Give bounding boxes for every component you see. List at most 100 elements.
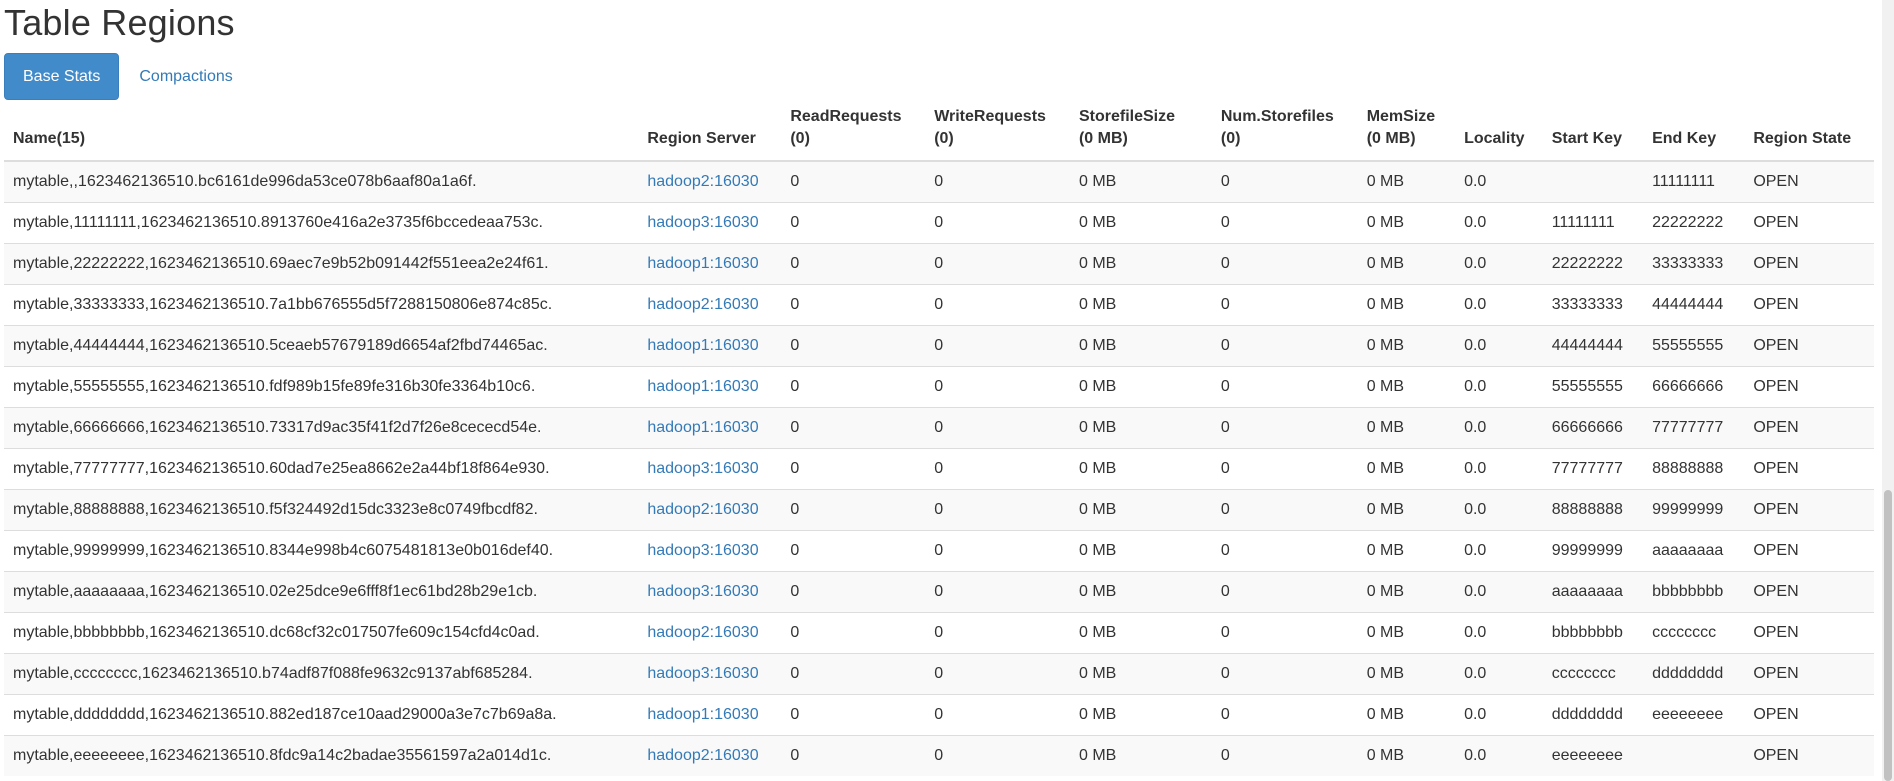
region-server-link[interactable]: hadoop3:16030	[647, 542, 758, 559]
header-name[interactable]: Name(15)	[4, 106, 639, 162]
header-locality[interactable]: Locality	[1455, 106, 1543, 162]
cell-region-name: mytable,66666666,1623462136510.73317d9ac…	[4, 407, 639, 449]
table-row: mytable,99999999,1623462136510.8344e998b…	[4, 530, 1874, 572]
cell-region-server: hadoop1:16030	[638, 694, 782, 736]
header-write-requests[interactable]: WriteRequests (0)	[925, 106, 1070, 162]
header-end-key[interactable]: End Key	[1643, 106, 1745, 162]
cell-region-name: mytable,11111111,1623462136510.8913760e4…	[4, 202, 639, 244]
cell-memsize: 0 MB	[1357, 571, 1456, 613]
cell-num-storefiles: 0	[1211, 735, 1358, 776]
table-row: mytable,cccccccc,1623462136510.b74adf87f…	[4, 653, 1874, 695]
header-start-key[interactable]: Start Key	[1542, 106, 1644, 162]
header-memsize-total: (0 MB)	[1366, 130, 1416, 147]
cell-end-key: 33333333	[1643, 243, 1745, 285]
cell-num-storefiles: 0	[1211, 694, 1358, 736]
cell-end-key: 88888888	[1643, 448, 1745, 490]
header-storefile-size[interactable]: StorefileSize (0 MB)	[1069, 106, 1212, 162]
tab-compactions[interactable]: Compactions	[123, 54, 248, 99]
cell-write-requests: 0	[925, 489, 1070, 531]
cell-region-server: hadoop3:16030	[638, 448, 782, 490]
header-read-requests-title: ReadRequests	[790, 108, 902, 125]
cell-storefile-size: 0 MB	[1069, 735, 1212, 776]
header-memsize[interactable]: MemSize (0 MB)	[1357, 106, 1456, 162]
header-read-requests[interactable]: ReadRequests (0)	[781, 106, 926, 162]
region-server-link[interactable]: hadoop1:16030	[647, 337, 758, 354]
header-locality-label: Locality	[1464, 130, 1525, 147]
header-num-storefiles[interactable]: Num.Storefiles (0)	[1211, 106, 1358, 162]
cell-memsize: 0 MB	[1357, 489, 1456, 531]
table-row: mytable,11111111,1623462136510.8913760e4…	[4, 202, 1874, 244]
cell-region-name: mytable,99999999,1623462136510.8344e998b…	[4, 530, 639, 572]
region-server-link[interactable]: hadoop2:16030	[647, 173, 758, 190]
cell-region-state: OPEN	[1744, 448, 1874, 490]
header-region-state[interactable]: Region State	[1744, 106, 1874, 162]
region-server-link[interactable]: hadoop1:16030	[647, 255, 758, 272]
cell-memsize: 0 MB	[1357, 160, 1456, 203]
cell-num-storefiles: 0	[1211, 284, 1358, 326]
region-server-link[interactable]: hadoop1:16030	[647, 378, 758, 395]
table-row: mytable,bbbbbbbb,1623462136510.dc68cf32c…	[4, 612, 1874, 654]
region-server-link[interactable]: hadoop1:16030	[647, 419, 758, 436]
cell-region-name: mytable,bbbbbbbb,1623462136510.dc68cf32c…	[4, 612, 639, 654]
table-row: mytable,22222222,1623462136510.69aec7e9b…	[4, 243, 1874, 285]
cell-start-key: 11111111	[1542, 202, 1644, 244]
header-name-label: Name(15)	[13, 130, 86, 147]
cell-storefile-size: 0 MB	[1069, 530, 1212, 572]
cell-memsize: 0 MB	[1357, 448, 1456, 490]
cell-write-requests: 0	[925, 407, 1070, 449]
scrollbar-thumb[interactable]	[1884, 490, 1892, 781]
cell-memsize: 0 MB	[1357, 243, 1456, 285]
cell-storefile-size: 0 MB	[1069, 694, 1212, 736]
cell-num-storefiles: 0	[1211, 530, 1358, 572]
region-server-link[interactable]: hadoop1:16030	[647, 706, 758, 723]
cell-start-key: 77777777	[1542, 448, 1644, 490]
cell-end-key: 55555555	[1643, 325, 1745, 367]
cell-region-name: mytable,22222222,1623462136510.69aec7e9b…	[4, 243, 639, 285]
cell-num-storefiles: 0	[1211, 448, 1358, 490]
cell-write-requests: 0	[925, 571, 1070, 613]
table-regions-page: Table Regions Base Stats Compactions Nam…	[0, 0, 1894, 781]
cell-start-key: 55555555	[1542, 366, 1644, 408]
page-title: Table Regions	[4, 2, 235, 43]
cell-num-storefiles: 0	[1211, 243, 1358, 285]
cell-num-storefiles: 0	[1211, 612, 1358, 654]
header-region-state-label: Region State	[1753, 130, 1852, 147]
region-server-link[interactable]: hadoop2:16030	[647, 501, 758, 518]
cell-start-key: 88888888	[1542, 489, 1644, 531]
cell-start-key: cccccccc	[1542, 653, 1644, 695]
cell-start-key: 44444444	[1542, 325, 1644, 367]
cell-region-state: OPEN	[1744, 243, 1874, 285]
cell-num-storefiles: 0	[1211, 325, 1358, 367]
cell-storefile-size: 0 MB	[1069, 612, 1212, 654]
header-num-storefiles-total: (0)	[1220, 130, 1241, 147]
region-server-link[interactable]: hadoop3:16030	[647, 583, 758, 600]
region-server-link[interactable]: hadoop2:16030	[647, 747, 758, 764]
cell-write-requests: 0	[925, 284, 1070, 326]
cell-end-key: aaaaaaaa	[1643, 530, 1745, 572]
cell-region-name: mytable,dddddddd,1623462136510.882ed187c…	[4, 694, 639, 736]
region-server-link[interactable]: hadoop2:16030	[647, 624, 758, 641]
cell-num-storefiles: 0	[1211, 489, 1358, 531]
cell-memsize: 0 MB	[1357, 325, 1456, 367]
table-row: mytable,66666666,1623462136510.73317d9ac…	[4, 407, 1874, 449]
vertical-scrollbar[interactable]	[1882, 0, 1894, 781]
cell-locality: 0.0	[1455, 653, 1543, 695]
region-server-link[interactable]: hadoop3:16030	[647, 214, 758, 231]
cell-locality: 0.0	[1455, 366, 1543, 408]
tab-base-stats[interactable]: Base Stats	[4, 53, 120, 100]
cell-end-key: dddddddd	[1643, 653, 1745, 695]
cell-storefile-size: 0 MB	[1069, 448, 1212, 490]
region-server-link[interactable]: hadoop2:16030	[647, 296, 758, 313]
cell-region-state: OPEN	[1744, 653, 1874, 695]
region-server-link[interactable]: hadoop3:16030	[647, 460, 758, 477]
header-region-server[interactable]: Region Server	[638, 106, 782, 162]
header-end-key-label: End Key	[1652, 130, 1717, 147]
header-num-storefiles-title: Num.Storefiles	[1220, 108, 1334, 125]
cell-write-requests: 0	[925, 448, 1070, 490]
tab-bar: Base Stats Compactions	[4, 53, 249, 100]
cell-start-key: bbbbbbbb	[1542, 612, 1644, 654]
cell-end-key: 22222222	[1643, 202, 1745, 244]
cell-num-storefiles: 0	[1211, 407, 1358, 449]
region-server-link[interactable]: hadoop3:16030	[647, 665, 758, 682]
cell-start-key: 22222222	[1542, 243, 1644, 285]
